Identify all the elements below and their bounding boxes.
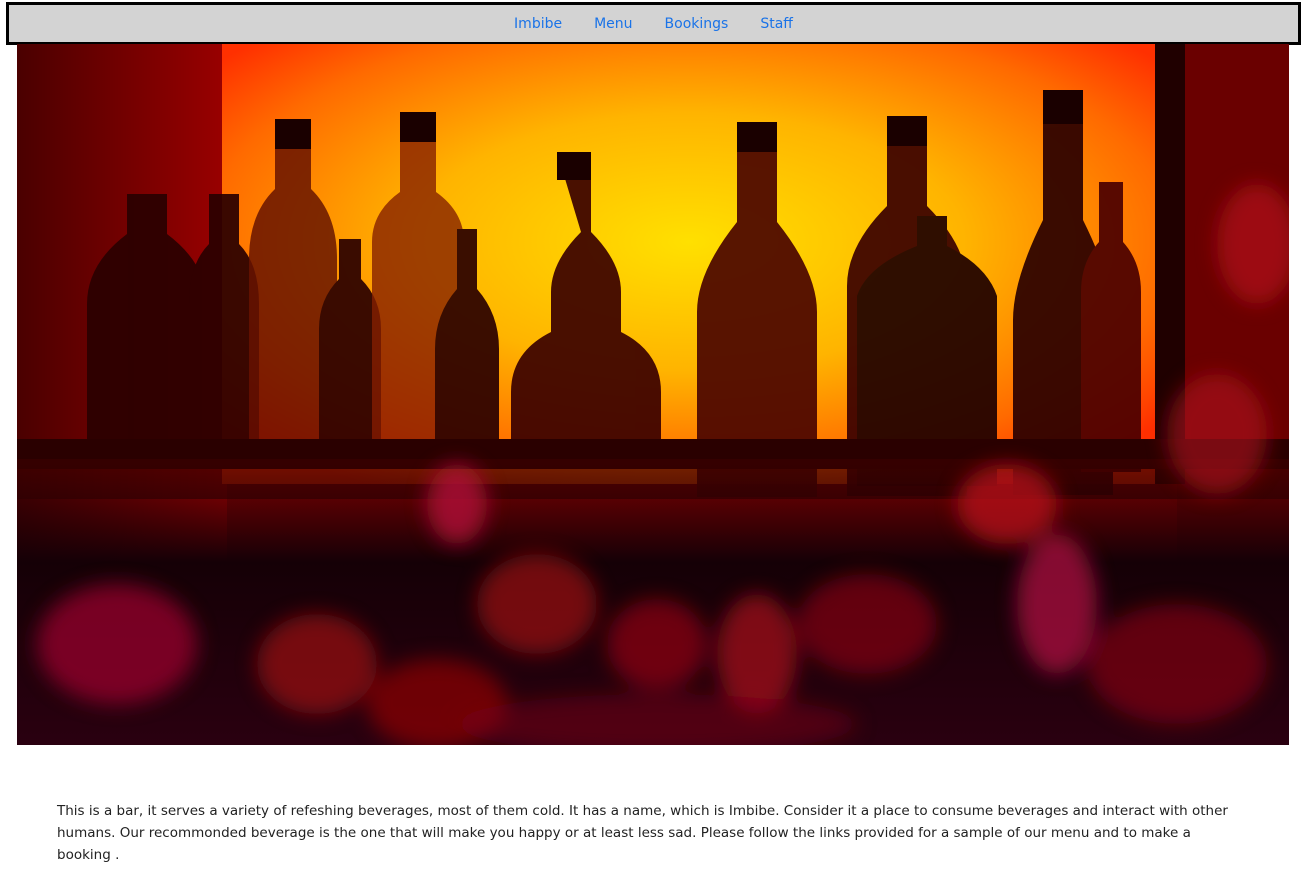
bar-bottles-illustration <box>17 44 1289 745</box>
nav-link-bookings[interactable]: Bookings <box>665 16 729 32</box>
nav-link-menu[interactable]: Menu <box>594 16 632 32</box>
hero-image <box>17 44 1289 745</box>
nav-links: Imbibe Menu Bookings Staff <box>514 16 793 32</box>
nav-link-staff[interactable]: Staff <box>760 16 793 32</box>
top-navigation-bar: Imbibe Menu Bookings Staff <box>6 2 1301 45</box>
intro-paragraph: This is a bar, it serves a variety of re… <box>57 802 1228 863</box>
nav-link-imbibe[interactable]: Imbibe <box>514 16 562 32</box>
